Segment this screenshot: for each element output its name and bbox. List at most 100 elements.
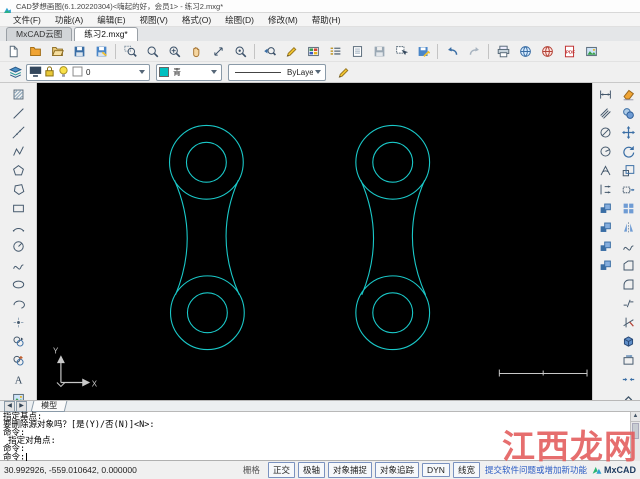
- dim-linear-button[interactable]: [595, 85, 616, 104]
- layout-prev-button[interactable]: ◀: [4, 401, 15, 412]
- print-button[interactable]: [492, 41, 514, 61]
- dim-radius-button[interactable]: [595, 142, 616, 161]
- redo-button[interactable]: [463, 41, 485, 61]
- hatch-tool-button[interactable]: [8, 85, 29, 104]
- polyline-tool-button[interactable]: [8, 142, 29, 161]
- dim-style-button-3[interactable]: [595, 237, 616, 256]
- zoom-extents-button[interactable]: [163, 41, 185, 61]
- polygon2-tool-button[interactable]: [8, 180, 29, 199]
- zoom-button[interactable]: [141, 41, 163, 61]
- menu-modify[interactable]: 修改(M): [261, 14, 305, 26]
- drawing-canvas[interactable]: YX: [37, 83, 592, 400]
- color-combo[interactable]: 青: [156, 64, 222, 81]
- dim-style-button-1[interactable]: [595, 199, 616, 218]
- layout-next-button[interactable]: ▶: [16, 401, 27, 412]
- sketch-pencil-button[interactable]: [280, 41, 302, 61]
- chamfer-button[interactable]: [618, 256, 639, 275]
- block-save-button[interactable]: [412, 41, 434, 61]
- menu-function[interactable]: 功能(A): [48, 14, 90, 26]
- erase-button[interactable]: [618, 85, 639, 104]
- export-pdf-button[interactable]: PDF: [558, 41, 580, 61]
- menu-format[interactable]: 格式(O): [175, 14, 218, 26]
- dim-style-button-2[interactable]: [595, 218, 616, 237]
- mirror-button[interactable]: [618, 218, 639, 237]
- arc-tool-button[interactable]: [8, 218, 29, 237]
- menu-file[interactable]: 文件(F): [6, 14, 48, 26]
- feedback-link[interactable]: 提交软件问题或增加新功能: [485, 464, 587, 476]
- color-palette-button[interactable]: [302, 41, 324, 61]
- rotate-button[interactable]: [618, 142, 639, 161]
- layers-manager-button[interactable]: [4, 62, 26, 82]
- trim-button[interactable]: [618, 313, 639, 332]
- block-create-tool-button[interactable]: [8, 351, 29, 370]
- dim-style-button-4[interactable]: [595, 256, 616, 275]
- linetype-combo[interactable]: ByLayer: [228, 64, 326, 81]
- toggle-dyn[interactable]: DYN: [422, 463, 450, 477]
- dim-diameter-button[interactable]: [595, 123, 616, 142]
- menu-help[interactable]: 帮助(H): [305, 14, 348, 26]
- toggle-ortho[interactable]: 正交: [268, 462, 295, 478]
- fillet-button[interactable]: [618, 275, 639, 294]
- pan-button[interactable]: [185, 41, 207, 61]
- save-button[interactable]: [68, 41, 90, 61]
- model-tab[interactable]: 模型: [31, 401, 68, 412]
- point-tool-button[interactable]: [8, 313, 29, 332]
- new-file-button[interactable]: [2, 41, 24, 61]
- document-button[interactable]: [346, 41, 368, 61]
- menu-edit[interactable]: 编辑(E): [90, 14, 132, 26]
- web-publish-button[interactable]: [514, 41, 536, 61]
- ellipse-arc-tool-button[interactable]: [8, 294, 29, 313]
- web-share-button[interactable]: [536, 41, 558, 61]
- linetype-pencil-button[interactable]: [332, 62, 354, 82]
- copy-button[interactable]: [618, 104, 639, 123]
- toggle-polar[interactable]: 极轴: [298, 462, 325, 478]
- zoom-object-button[interactable]: [229, 41, 251, 61]
- move-button[interactable]: [618, 123, 639, 142]
- toggle-lineweight[interactable]: 线宽: [453, 462, 480, 478]
- array-button[interactable]: [618, 199, 639, 218]
- select-object-button[interactable]: [390, 41, 412, 61]
- stretch-button[interactable]: [618, 180, 639, 199]
- save-as-button[interactable]: [90, 41, 112, 61]
- layer-list-button[interactable]: [324, 41, 346, 61]
- undo-button[interactable]: [441, 41, 463, 61]
- rectangle-tool-button[interactable]: [8, 199, 29, 218]
- toggle-otrack[interactable]: 对象追踪: [375, 462, 419, 478]
- open-folder-button[interactable]: [46, 41, 68, 61]
- polygon-tool-button[interactable]: [8, 161, 29, 180]
- circle-tool-button[interactable]: [8, 237, 29, 256]
- menu-view[interactable]: 视图(V): [133, 14, 175, 26]
- dim-angular-button[interactable]: [595, 161, 616, 180]
- zoom-dynamic-button[interactable]: [207, 41, 229, 61]
- toggle-osnap[interactable]: 对象捕捉: [328, 462, 372, 478]
- toggle-grid[interactable]: 栅格: [238, 462, 265, 478]
- edit-spline-button[interactable]: [618, 237, 639, 256]
- open-file-button[interactable]: [24, 41, 46, 61]
- text-tool-button[interactable]: A: [8, 370, 29, 389]
- scroll-thumb[interactable]: [632, 423, 639, 439]
- tab-mxcad-cloud[interactable]: MxCAD云图: [6, 27, 72, 41]
- dim-aligned-button[interactable]: [595, 104, 616, 123]
- region-button[interactable]: [618, 351, 639, 370]
- menu-draw[interactable]: 绘图(D): [218, 14, 261, 26]
- block-insert-tool-button[interactable]: [8, 332, 29, 351]
- dim-baseline-button[interactable]: [595, 180, 616, 199]
- tab-drawing[interactable]: 练习2.mxg*: [74, 27, 137, 41]
- scale-button[interactable]: [618, 161, 639, 180]
- join-button[interactable]: [618, 370, 639, 389]
- construction-line-tool-button[interactable]: [8, 123, 29, 142]
- zoom-previous-button[interactable]: [258, 41, 280, 61]
- command-prompt[interactable]: 命令:: [3, 453, 630, 461]
- scroll-up-icon[interactable]: ▲: [631, 412, 640, 422]
- break-button[interactable]: [618, 294, 639, 313]
- spline-tool-button[interactable]: [8, 256, 29, 275]
- line-tool-button[interactable]: [8, 104, 29, 123]
- export-image-button[interactable]: [580, 41, 602, 61]
- ellipse-tool-button[interactable]: [8, 275, 29, 294]
- layer-combo[interactable]: 0: [26, 64, 150, 81]
- save-all-button[interactable]: [368, 41, 390, 61]
- explode-button[interactable]: [618, 332, 639, 351]
- command-window[interactable]: 指定基点:要删除源对象吗？[是(Y)/否(N)]<N>:命令: 指定对角点:命令…: [0, 412, 640, 461]
- command-scrollbar[interactable]: ▲: [630, 412, 640, 461]
- zoom-window-button[interactable]: [119, 41, 141, 61]
